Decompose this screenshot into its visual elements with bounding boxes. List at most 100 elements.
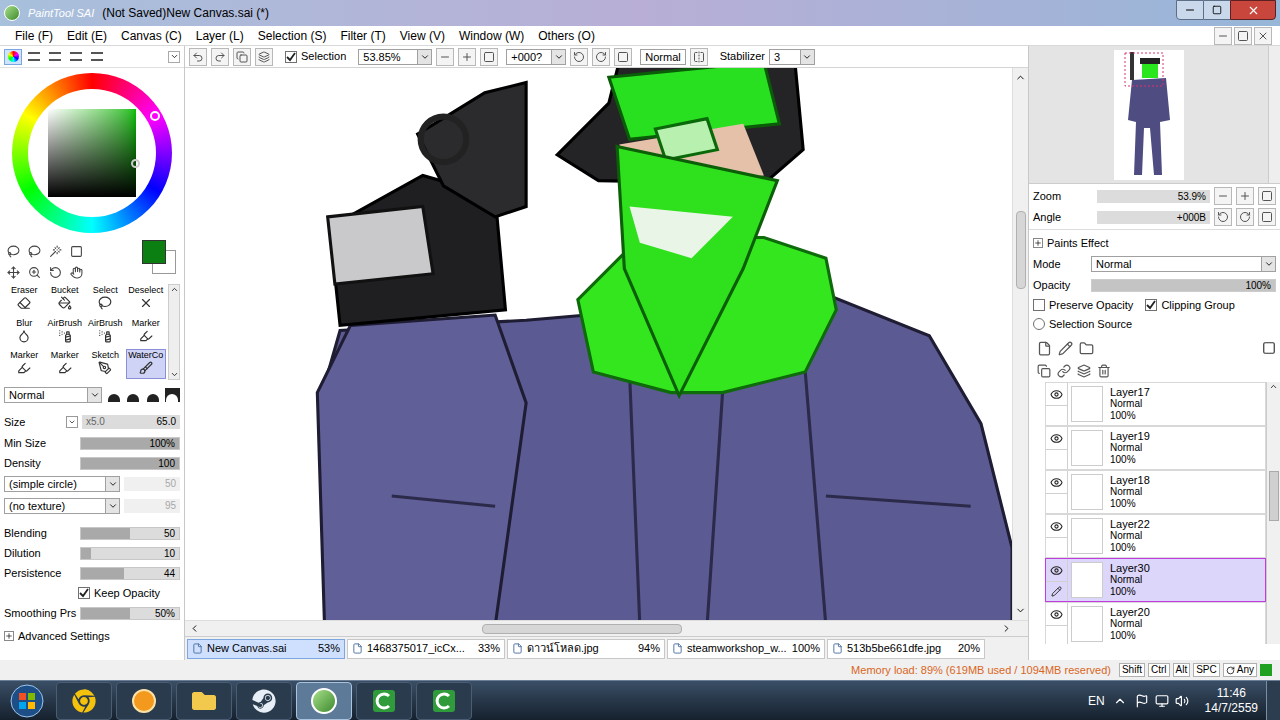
file-tab[interactable]: ดาวน์โหลด.jpg94%	[507, 639, 665, 659]
tool-cell[interactable]: Select	[85, 284, 126, 314]
brush-shape-button[interactable]	[145, 388, 160, 402]
clear-layer-icon[interactable]	[1077, 364, 1091, 378]
select-tool[interactable]	[67, 242, 85, 260]
show-desktop-button[interactable]	[1266, 681, 1280, 720]
visibility-toggle[interactable]	[1046, 559, 1067, 581]
navigator-scrollbar[interactable]	[1268, 46, 1280, 183]
navigator-reset-button[interactable]	[1258, 187, 1276, 205]
menu-item[interactable]: Others (O)	[531, 27, 602, 45]
dropdown-arrow[interactable]	[87, 388, 101, 402]
brush-option-dropdown[interactable]: (simple circle)	[4, 476, 120, 492]
tool-cell[interactable]: Blur	[4, 317, 45, 347]
tool-cell[interactable]: Marker	[4, 349, 45, 379]
tool-cell[interactable]: Marker	[126, 317, 167, 347]
selection-source-radio[interactable]	[1033, 318, 1045, 330]
tool-cell[interactable]: Sketch	[85, 349, 126, 379]
undo-button[interactable]	[189, 48, 207, 66]
menu-item[interactable]: View (V)	[393, 27, 452, 45]
size-preset[interactable]	[66, 416, 78, 428]
visibility-toggle[interactable]	[1046, 383, 1067, 405]
taskbar-app[interactable]	[236, 682, 292, 720]
menu-item[interactable]: Filter (T)	[333, 27, 392, 45]
value-marker[interactable]	[131, 159, 140, 168]
canvas[interactable]	[185, 68, 1012, 620]
preserve-opacity-checkbox[interactable]	[1033, 299, 1045, 311]
navigator-button[interactable]	[1236, 208, 1254, 226]
bar-track[interactable]: 44	[80, 567, 180, 580]
file-tab[interactable]: New Canvas.sai53%	[187, 639, 345, 659]
start-button[interactable]	[0, 681, 54, 720]
dropdown-arrow[interactable]	[105, 499, 119, 513]
language-indicator[interactable]: EN	[1080, 692, 1113, 710]
mode-dropdown[interactable]: Normal	[1091, 256, 1276, 272]
redo-button[interactable]	[211, 48, 229, 66]
rotate-reset-button[interactable]	[614, 48, 632, 66]
size-field[interactable]: x5.065.0	[82, 415, 180, 429]
dropdown-arrow[interactable]	[105, 477, 119, 491]
close-button[interactable]	[1230, 0, 1276, 20]
selection-checkbox[interactable]	[285, 51, 297, 63]
rotate-right-button[interactable]	[592, 48, 610, 66]
primary-color[interactable]	[142, 240, 166, 264]
stabilizer-dropdown[interactable]: 3	[769, 49, 815, 65]
navigator-slider[interactable]: 53.9%	[1097, 190, 1210, 203]
navigator-button[interactable]	[1214, 187, 1232, 205]
menu-item[interactable]: Canvas (C)	[114, 27, 189, 45]
selection-source[interactable]: Selection Source	[1033, 316, 1276, 332]
keep-opacity-row[interactable]: Keep Opacity	[4, 584, 180, 602]
taskbar-app[interactable]	[56, 682, 112, 720]
layer-row[interactable]: Layer22Normal100%	[1045, 514, 1266, 558]
color-wheel[interactable]	[12, 73, 172, 233]
select-tool[interactable]	[46, 242, 64, 260]
scroll-thumb[interactable]	[482, 624, 682, 634]
layer-row[interactable]: Layer19Normal100%	[1045, 426, 1266, 470]
brush-shape-button[interactable]	[165, 388, 180, 402]
bar-track[interactable]: 100	[80, 457, 180, 470]
tool-cell[interactable]: Deselect	[126, 284, 167, 314]
flag-icon[interactable]	[1135, 694, 1149, 708]
preserve-opacity[interactable]: Preserve Opacity	[1033, 297, 1133, 314]
bar-track[interactable]: 10	[80, 547, 180, 560]
copy-layer-icon[interactable]	[1037, 364, 1051, 378]
zoom-reset-button[interactable]	[480, 48, 498, 66]
clock[interactable]: 11:4614/7/2559	[1197, 686, 1266, 716]
select-tool[interactable]	[4, 263, 22, 281]
maximize-button[interactable]	[1204, 0, 1230, 20]
horizontal-scrollbar[interactable]	[185, 620, 1028, 636]
scroll-thumb[interactable]	[1269, 471, 1279, 521]
menu-item[interactable]: Edit (E)	[60, 27, 114, 45]
taskbar-app[interactable]	[116, 682, 172, 720]
artwork[interactable]	[185, 68, 1012, 620]
tool-cell[interactable]: Bucket	[45, 284, 86, 314]
selection-toggle[interactable]: Selection	[285, 48, 346, 65]
delete-layer-icon[interactable]	[1097, 364, 1111, 378]
layer-row[interactable]: Layer18Normal100%	[1045, 470, 1266, 514]
navigator-button[interactable]	[1236, 187, 1254, 205]
color-mode-button[interactable]	[4, 49, 22, 65]
brush-option-dropdown[interactable]: (no texture)	[4, 498, 120, 514]
file-tab[interactable]: 1468375017_icCx...33%	[347, 639, 505, 659]
bar-track[interactable]: 50%	[80, 607, 180, 620]
panel-menu-button[interactable]	[168, 51, 180, 63]
menu-item[interactable]: File (F)	[8, 27, 60, 45]
bar-track[interactable]: 50	[80, 527, 180, 540]
menu-item[interactable]: Window (W)	[452, 27, 531, 45]
select-tool[interactable]	[4, 242, 22, 260]
visibility-toggle[interactable]	[1046, 427, 1067, 449]
clipping-group[interactable]: Clipping Group	[1145, 297, 1234, 314]
zoom-dropdown[interactable]: 53.85%	[358, 49, 432, 65]
file-tab[interactable]: 513b5be661dfe.jpg20%	[827, 639, 985, 659]
network-icon[interactable]	[1155, 694, 1169, 708]
advanced-settings[interactable]: Advanced Settings	[4, 626, 180, 646]
dropdown-arrow[interactable]	[551, 50, 565, 64]
minimize-button[interactable]	[1176, 0, 1204, 20]
menu-item[interactable]: Selection (S)	[251, 27, 334, 45]
navigator-preview[interactable]	[1029, 46, 1268, 183]
brush-shape-button[interactable]	[126, 388, 141, 402]
select-tool[interactable]	[25, 263, 43, 281]
tool-cell[interactable]: AirBrush	[85, 317, 126, 347]
volume-icon[interactable]	[1175, 694, 1189, 708]
layer-options-icon[interactable]	[1262, 341, 1276, 355]
angle-dropdown[interactable]: +000?	[506, 49, 566, 65]
tool-cell[interactable]: Marker	[45, 349, 86, 379]
